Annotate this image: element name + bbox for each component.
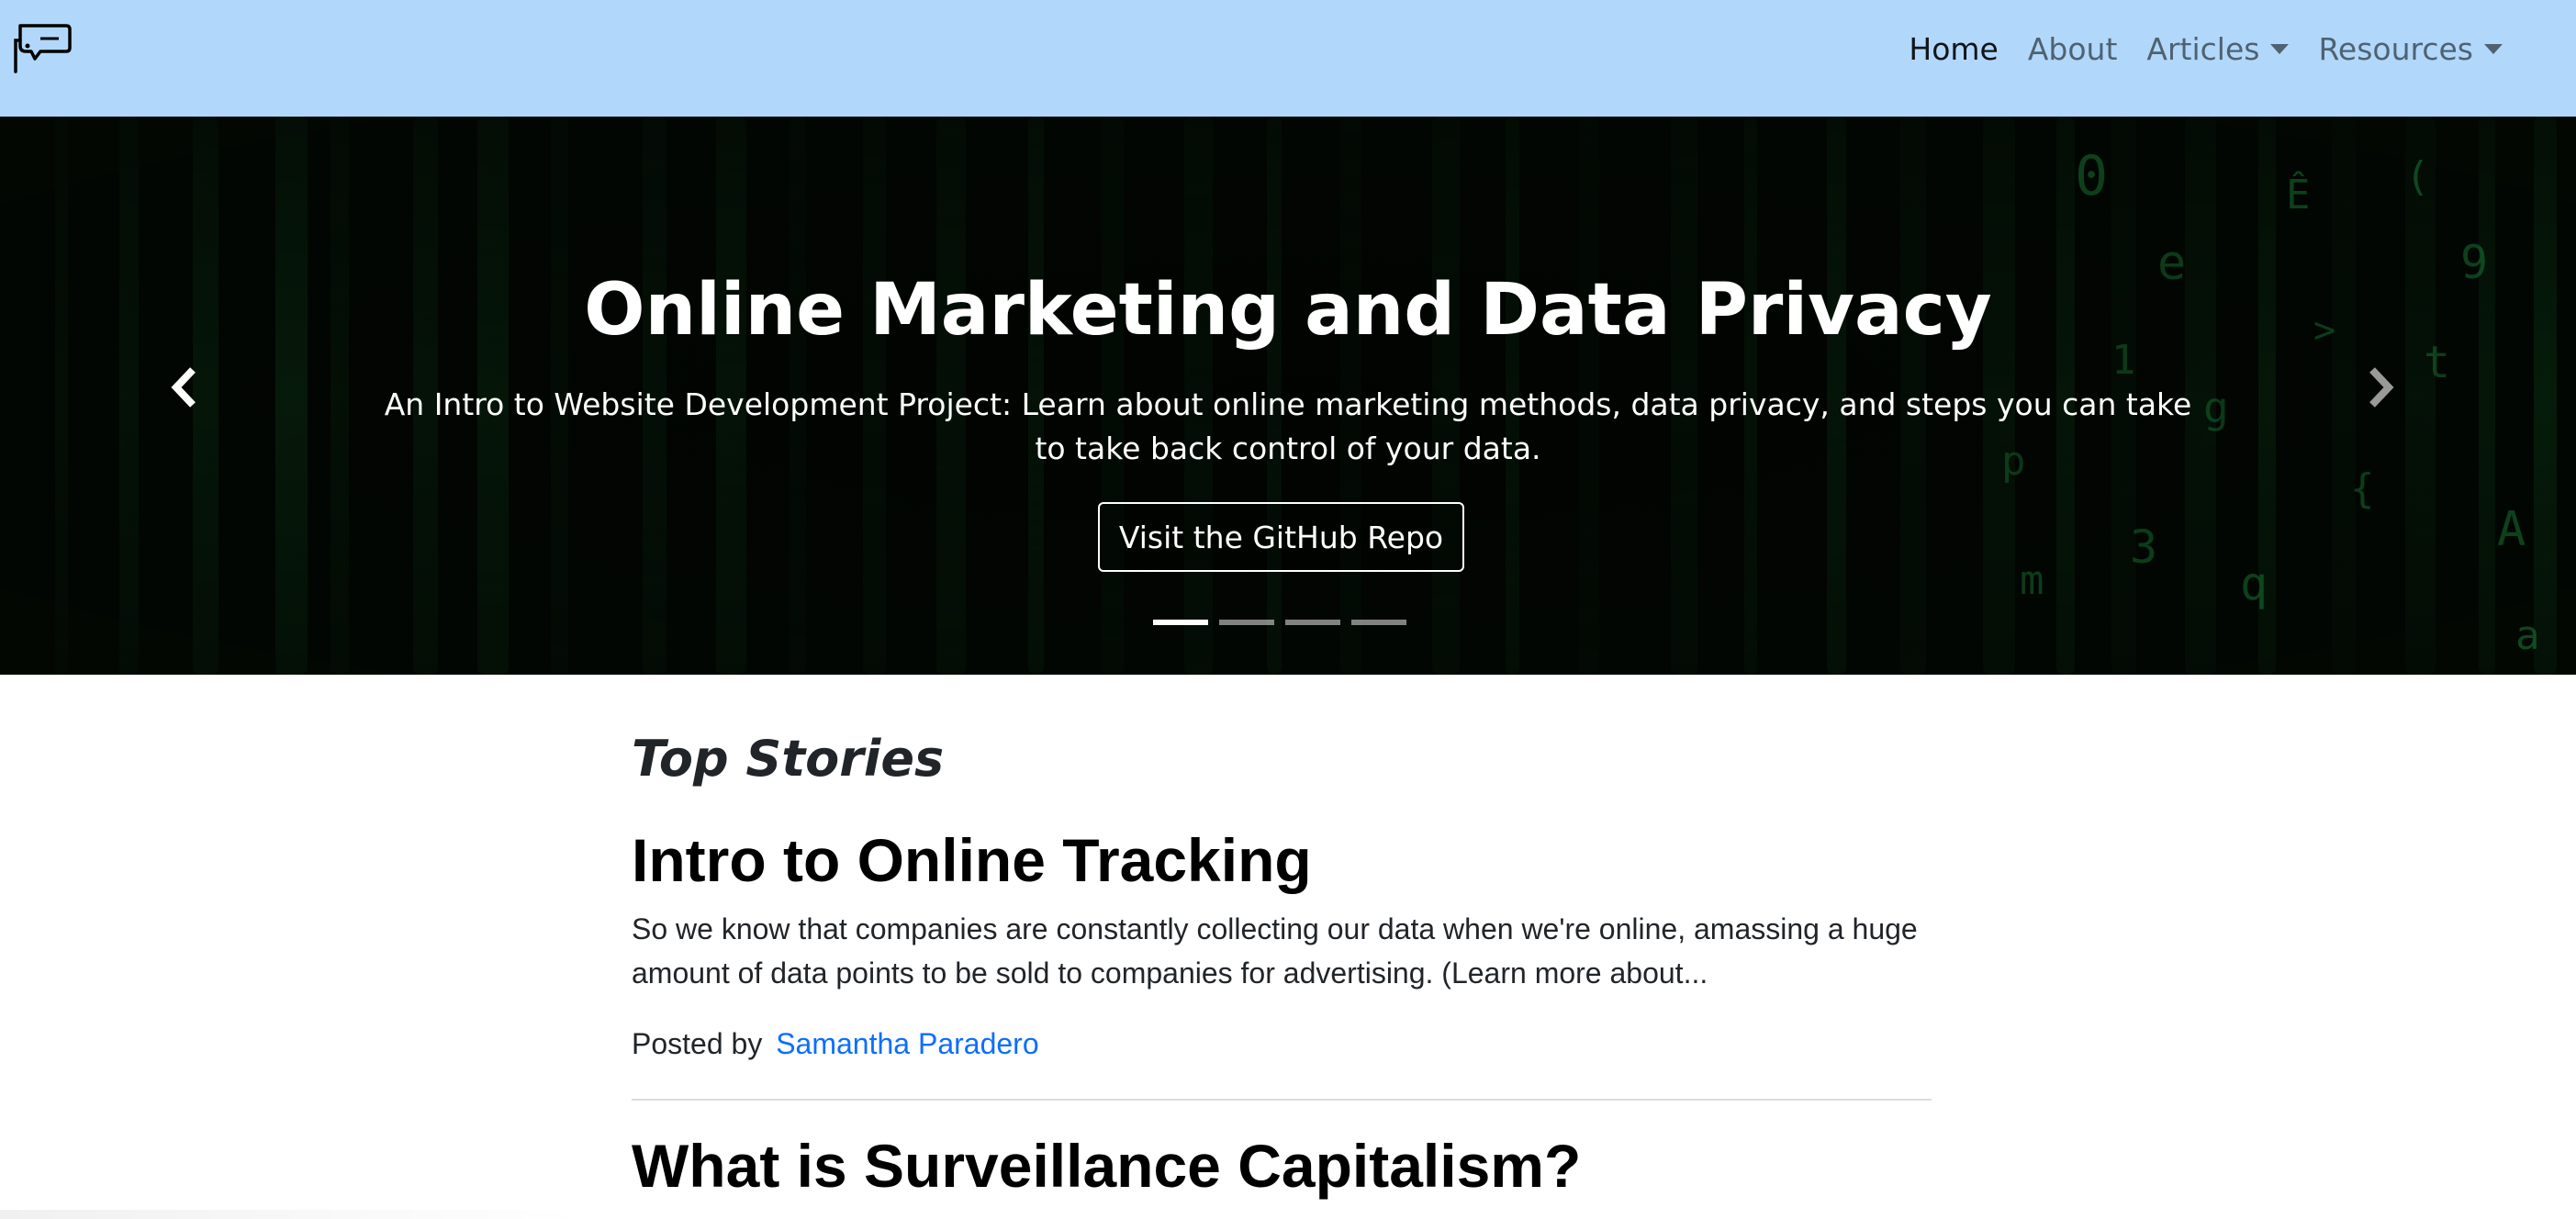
post-meta-prefix: Posted by [632, 1027, 763, 1060]
carousel-indicator-3[interactable] [1285, 620, 1340, 625]
carousel-indicator-1[interactable] [1153, 620, 1208, 625]
post-title[interactable]: What is Surveillance Capitalism? [632, 1135, 1581, 1196]
nav-resources-label: Resources [2318, 30, 2473, 67]
chevron-left-icon [171, 367, 196, 408]
caret-down-icon [2484, 43, 2503, 54]
chevron-right-icon [2369, 367, 2394, 408]
carousel-indicator-2[interactable] [1219, 620, 1274, 625]
hero-carousel: 01e3gqÊ>{(t9Aapm Online Marketing and Da… [0, 117, 2576, 675]
nav-articles-dropdown[interactable]: Articles [2146, 30, 2290, 67]
hero-subtitle: An Intro to Website Development Project:… [384, 386, 2192, 466]
carousel-prev-button[interactable] [165, 364, 202, 410]
post-meta: Posted by Samantha Paradero [632, 1027, 1039, 1061]
section-heading: Top Stories [632, 730, 945, 788]
caret-down-icon [2270, 43, 2290, 54]
carousel-indicator-4[interactable] [1351, 620, 1406, 625]
nav-home-link[interactable]: Home [1909, 31, 1998, 67]
hero-caption: Online Marketing and Data Privacy An Int… [0, 117, 2576, 675]
divider [632, 1099, 1932, 1101]
nav-about-link[interactable]: About [2028, 31, 2118, 67]
author-link[interactable]: Samantha Paradero [776, 1027, 1038, 1060]
post-excerpt: So we know that companies are constantly… [632, 912, 1918, 990]
github-repo-button[interactable]: Visit the GitHub Repo [1098, 502, 1464, 572]
hero-title: Online Marketing and Data Privacy [584, 269, 1992, 352]
nav-about-label: About [2027, 30, 2118, 67]
carousel-indicators [1153, 620, 1417, 625]
navbar: Home About Articles Resources [0, 0, 2576, 117]
nav-articles-label: Articles [2146, 30, 2260, 67]
carousel-next-button[interactable] [2363, 364, 2400, 410]
post-title[interactable]: Intro to Online Tracking [632, 830, 1312, 890]
nav-home-label: Home [1909, 30, 1999, 67]
security-camera-icon[interactable] [13, 20, 73, 75]
bottom-edge-shadow [0, 1210, 588, 1219]
github-repo-button-label: Visit the GitHub Repo [1118, 519, 1444, 555]
nav-resources-dropdown[interactable]: Resources [2318, 31, 2503, 67]
nav-links: Home About Articles Resources [1879, 26, 2503, 72]
